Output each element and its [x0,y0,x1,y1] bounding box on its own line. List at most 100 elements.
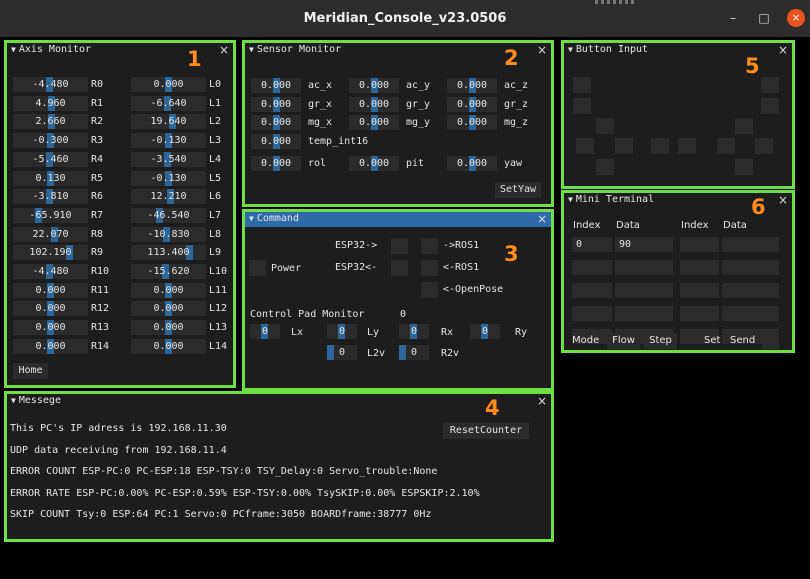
sensor-value-field[interactable]: 0.000 [349,156,399,171]
axis-l-slider[interactable]: 0.000 [131,338,206,354]
axis-r-slider[interactable]: 0.130 [13,170,88,186]
power-checkbox[interactable] [249,260,266,276]
close-icon[interactable]: × [537,394,547,408]
axis-l-slider[interactable]: 0.000 [131,77,206,92]
axis-r-slider[interactable]: -3.810 [13,189,88,205]
message-header[interactable]: ▼ Messege [7,394,551,409]
axis-r-slider[interactable]: 4.960 [13,95,88,111]
terminal-cell[interactable] [572,306,612,321]
axis-l-slider[interactable]: 19.640 [131,114,206,130]
maximize-button[interactable]: □ [755,9,773,27]
terminal-cell[interactable] [572,283,612,298]
pad-value-field[interactable]: 0 [327,324,357,339]
close-icon[interactable]: × [219,43,229,57]
pad-value-field[interactable]: 0 [327,345,357,360]
sensor-value-field[interactable]: 0.000 [349,78,399,93]
esp32-recv-checkbox[interactable] [391,260,408,276]
openpose-checkbox[interactable] [421,282,438,298]
slider-grab[interactable] [327,345,334,360]
axis-r-slider[interactable]: -65.910 [13,207,88,223]
terminal-cell[interactable] [615,283,673,298]
axis-l-slider[interactable]: -0.130 [131,170,206,186]
slider-value: -6.640 [150,97,187,109]
collapse-icon[interactable]: ▼ [11,45,16,54]
terminal-cell[interactable] [722,237,779,252]
axis-l-slider[interactable]: 0.000 [131,282,206,298]
reset-counter-button[interactable]: ResetCounter [443,423,529,439]
collapse-icon[interactable]: ▼ [568,45,573,54]
axis-l-slider[interactable]: 12.210 [131,189,206,205]
terminal-cell[interactable] [722,306,779,321]
terminal-cell[interactable]: 0 [572,237,612,252]
axis-r-slider[interactable]: -4.480 [13,77,88,92]
close-icon[interactable]: × [537,43,547,57]
axis-r-slider[interactable]: -5.460 [13,151,88,167]
axis-l-slider[interactable]: -3.540 [131,151,206,167]
close-icon[interactable]: × [778,193,788,207]
sensor-value-field[interactable]: 0.000 [447,156,497,171]
terminal-cell[interactable] [680,306,719,321]
axis-r-slider[interactable]: 0.000 [13,282,88,298]
esp32-send-checkbox[interactable] [391,238,408,254]
setyaw-button[interactable]: SetYaw [495,182,541,198]
collapse-icon[interactable]: ▼ [249,45,254,54]
sensor-value-field[interactable]: 0.000 [251,96,301,112]
terminal-cell[interactable] [615,260,673,275]
close-window-button[interactable]: × [787,9,805,27]
send-checkbox[interactable] [762,332,779,349]
pad-value-field[interactable]: 0 [250,324,280,339]
sensor-value-field[interactable]: 0.000 [251,78,301,93]
terminal-cell[interactable] [722,260,779,275]
axis-l-slider[interactable]: -15.620 [131,264,206,279]
command-header[interactable]: ▼ Command [245,212,551,227]
axis-l-slider[interactable]: 0.000 [131,320,206,336]
pad-value-field[interactable]: 0 [399,345,429,360]
terminal-cell[interactable] [680,283,719,298]
sensor-value-field[interactable]: 0.000 [447,78,497,93]
step-button[interactable]: Step [644,333,677,349]
close-icon[interactable]: × [537,212,547,226]
terminal-cell[interactable] [680,237,719,252]
pad-value-field[interactable]: 0 [470,324,500,339]
close-icon[interactable]: × [778,43,788,57]
axis-r-slider[interactable]: 0.000 [13,338,88,354]
sensor-value-field[interactable]: 0.000 [447,115,497,130]
sensor-value-field[interactable]: 0.000 [349,96,399,112]
terminal-cell[interactable] [722,283,779,298]
axis-r-slider[interactable]: 0.000 [13,320,88,336]
flow-button[interactable]: Flow [607,333,640,349]
collapse-icon[interactable]: ▼ [568,195,573,204]
axis-l-slider[interactable]: -0.130 [131,133,206,149]
axis-r-slider[interactable]: 22.070 [13,226,88,242]
axis-r-slider[interactable]: 0.000 [13,301,88,317]
axis-r-slider[interactable]: -0.300 [13,133,88,149]
terminal-cell[interactable] [680,260,719,275]
sensor-value-field[interactable]: 0.000 [251,115,301,130]
axis-r-slider[interactable]: -4.480 [13,264,88,279]
panel-number: 3 [504,242,519,266]
axis-l-slider[interactable]: -10.830 [131,226,206,242]
pad-value-field[interactable]: 0 [399,324,429,339]
sensor-value-field[interactable]: 0.000 [349,115,399,130]
terminal-cell[interactable]: 90 [615,237,673,252]
sensor-value-field[interactable]: 0.000 [447,96,497,112]
axis-l-slider[interactable]: 0.000 [131,301,206,317]
panel-number: 4 [485,396,500,420]
axis-l-slider[interactable]: 113.400 [131,245,206,261]
slider-grab[interactable] [399,345,406,360]
terminal-cell[interactable] [572,260,612,275]
ros1-send-checkbox[interactable] [421,238,438,254]
axis-r-slider[interactable]: 2.660 [13,114,88,130]
axis-l-slider[interactable]: -46.540 [131,207,206,223]
axis-r-slider[interactable]: 102.190 [13,245,88,261]
axis-r-label: R13 [91,322,110,334]
home-button[interactable]: Home [13,363,48,379]
sensor-value-field[interactable]: 0.000 [251,134,301,149]
collapse-icon[interactable]: ▼ [249,214,254,223]
terminal-cell[interactable] [615,306,673,321]
minimize-button[interactable]: – [724,9,742,27]
ros1-recv-checkbox[interactable] [421,260,438,276]
collapse-icon[interactable]: ▼ [11,396,16,405]
axis-l-slider[interactable]: -6.640 [131,95,206,111]
sensor-value-field[interactable]: 0.000 [251,156,301,171]
